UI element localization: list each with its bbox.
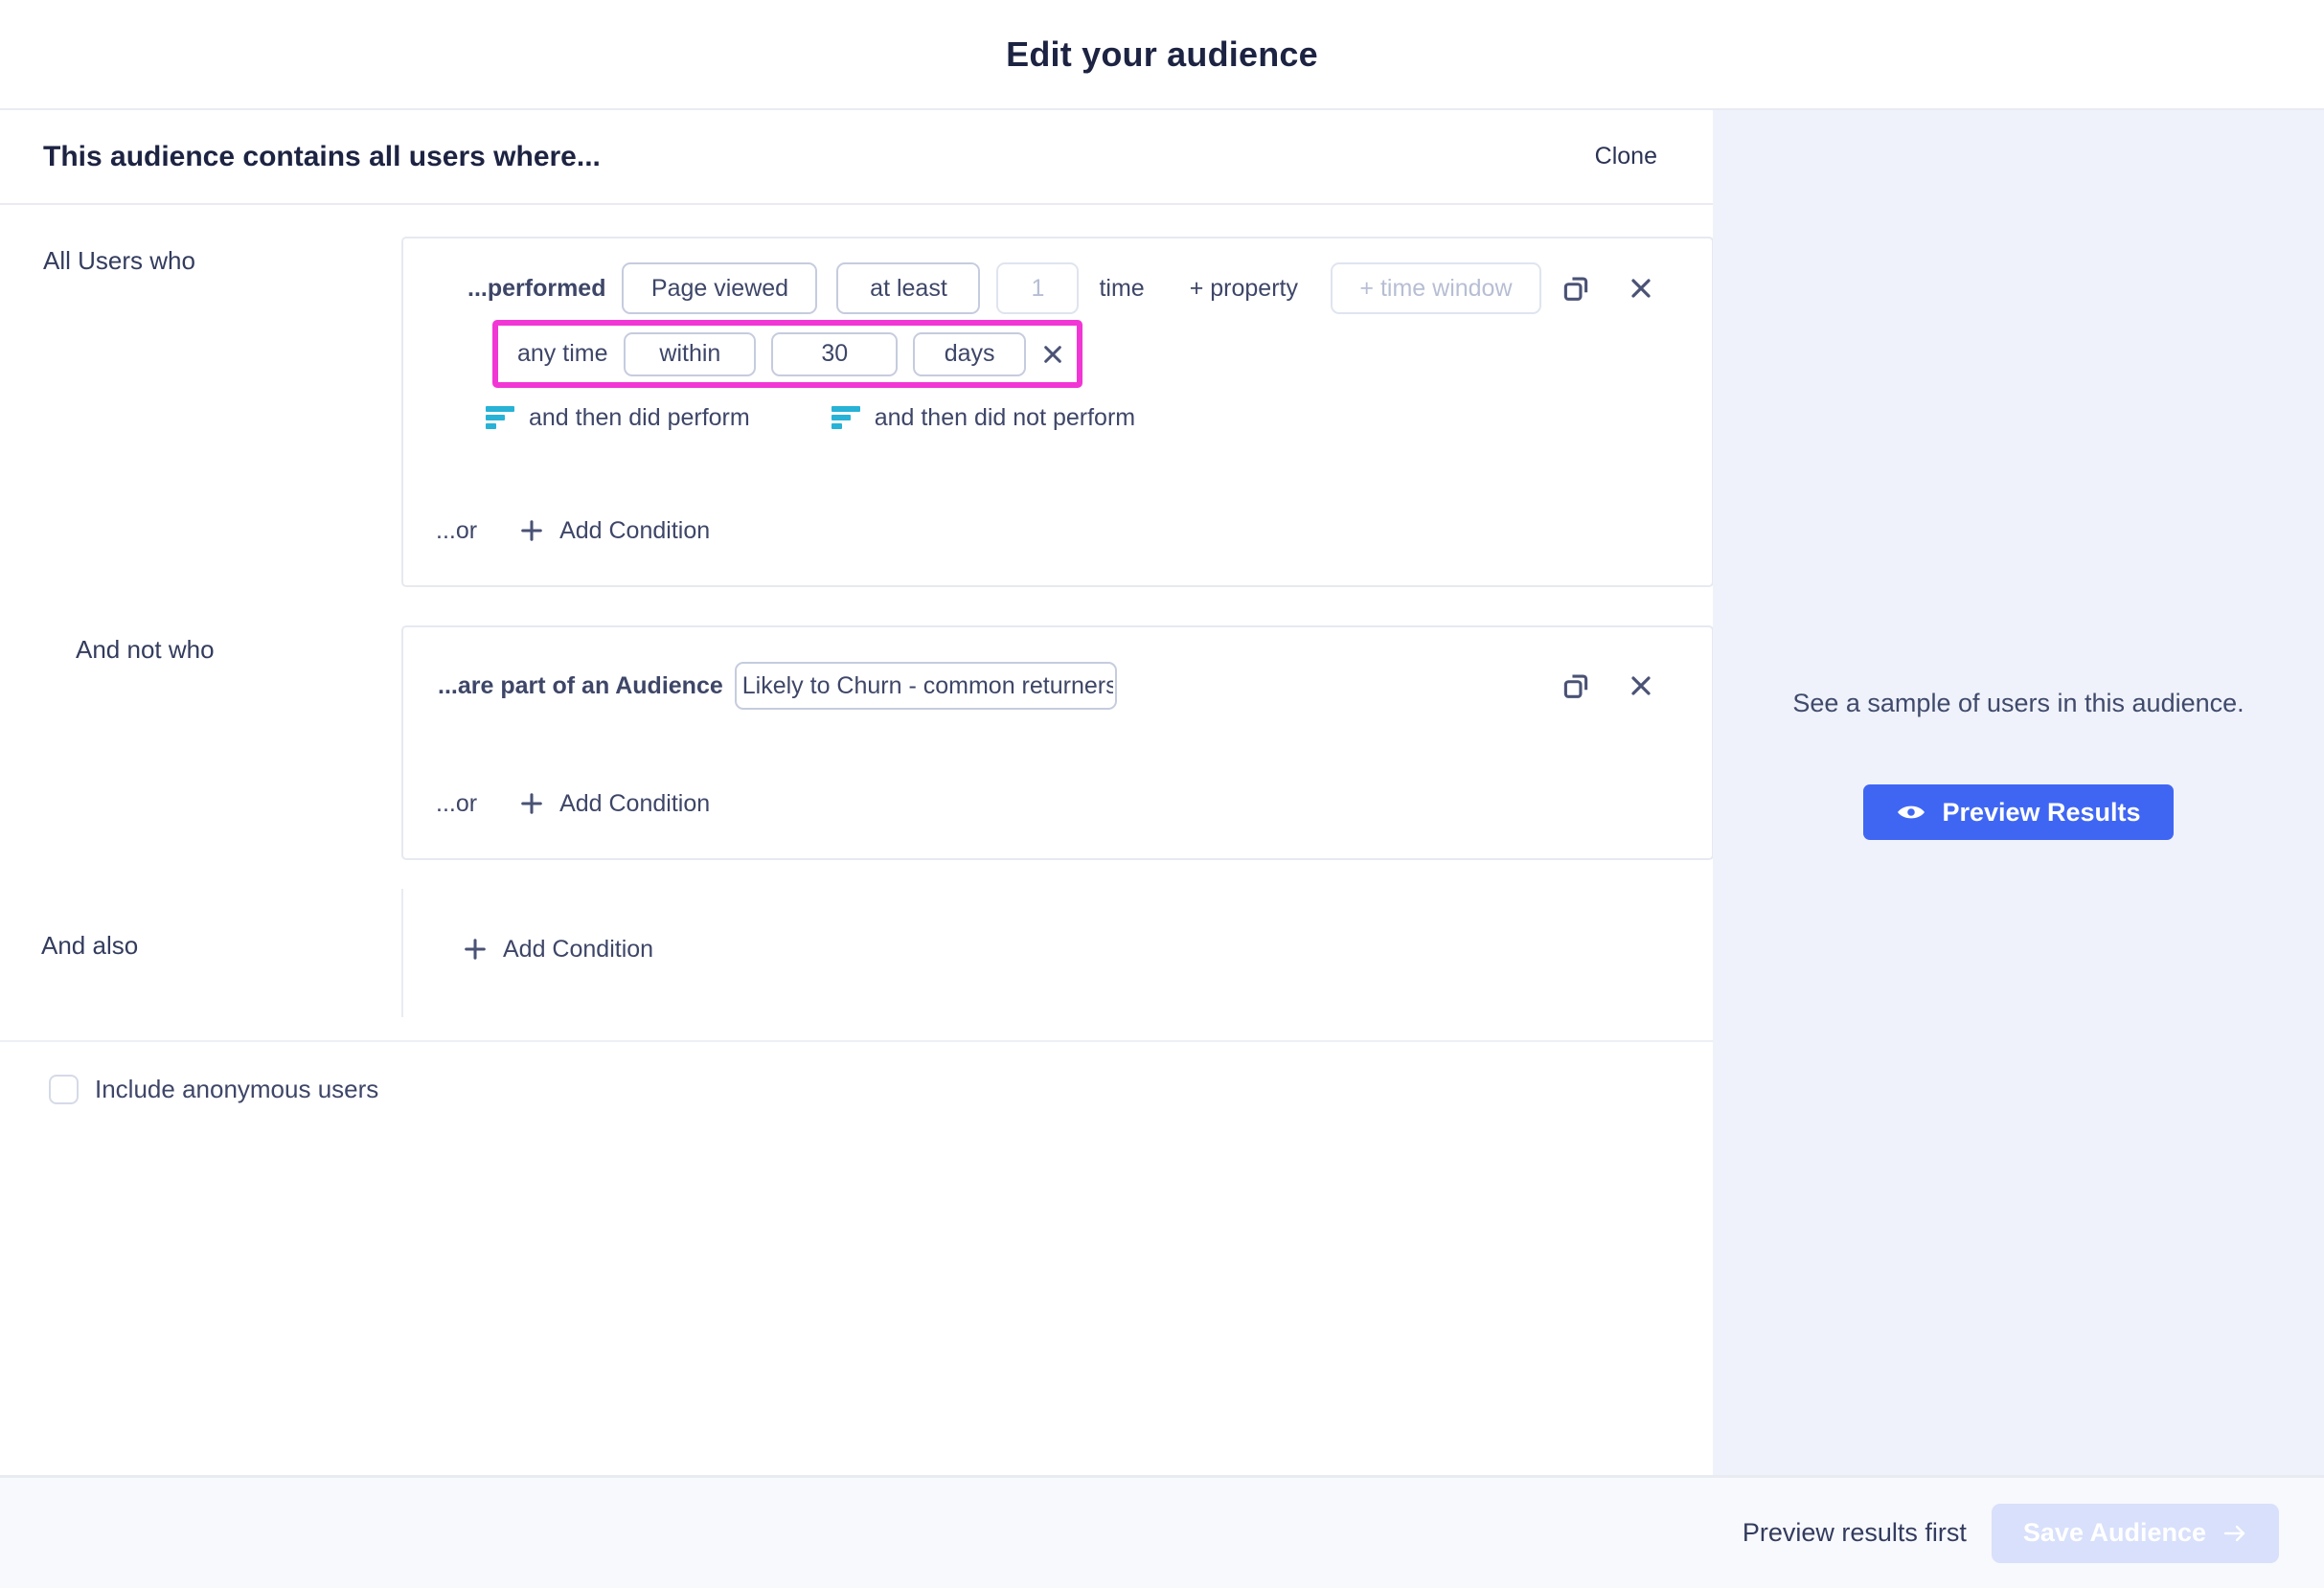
then-did-not-perform-label: and then did not perform <box>875 404 1135 432</box>
copy-icon <box>1560 669 1592 702</box>
any-time-label: any time <box>517 340 607 368</box>
close-icon <box>1629 674 1652 697</box>
remove-condition-button[interactable] <box>1629 674 1652 697</box>
audience-select-value: Likely to Churn - common returners <box>742 672 1113 700</box>
add-property-link[interactable]: + property <box>1190 275 1298 303</box>
preview-results-label: Preview Results <box>1942 798 2140 828</box>
or-label: ...or <box>436 517 477 545</box>
close-icon <box>1042 344 1063 365</box>
filter-icon <box>832 405 860 430</box>
eye-icon <box>1896 802 1926 823</box>
sequence-links-row: and then did perform and then did not pe… <box>486 399 1135 436</box>
time-value-input[interactable] <box>771 332 898 376</box>
duplicate-condition-button[interactable] <box>1560 272 1592 305</box>
time-comparator-select[interactable]: within <box>624 332 756 376</box>
copy-icon <box>1560 272 1592 305</box>
audience-condition-label: ...are part of an Audience <box>438 672 723 700</box>
options-divider <box>0 1040 1713 1042</box>
and-also-row: Add Condition <box>464 925 653 973</box>
then-did-perform-label: and then did perform <box>529 404 750 432</box>
plus-icon <box>464 938 487 961</box>
add-condition-button[interactable]: Add Condition <box>520 517 710 545</box>
or-add-condition-row: ...or Add Condition <box>436 780 710 828</box>
include-anonymous-label: Include anonymous users <box>95 1075 378 1104</box>
condition-card-audience: ...are part of an Audience Likely to Chu… <box>401 625 1714 860</box>
audience-select[interactable]: Likely to Churn - common returners <box>735 662 1117 710</box>
modal-header: Edit your audience <box>0 0 2324 108</box>
time-filter-highlight: any time within days <box>492 320 1082 388</box>
audience-condition-row: ...are part of an Audience Likely to Chu… <box>438 662 1652 710</box>
section-label-and-also: And also <box>41 931 138 961</box>
remove-time-filter-button[interactable] <box>1042 344 1063 365</box>
then-did-not-perform-link[interactable]: and then did not perform <box>832 404 1135 432</box>
audience-builder-panel: This audience contains all users where..… <box>0 110 1713 1475</box>
filter-icon <box>486 405 514 430</box>
builder-heading: This audience contains all users where..… <box>43 141 601 173</box>
section-label-and-not-who: And not who <box>76 635 215 665</box>
footer-bar: Preview results first Save Audience <box>0 1475 2324 1588</box>
performed-condition-row: ...performed Page viewed at least time +… <box>467 262 1652 314</box>
count-input[interactable] <box>996 262 1079 314</box>
performed-label: ...performed <box>467 275 605 303</box>
plus-icon <box>520 519 543 542</box>
add-condition-label: Add Condition <box>559 790 710 818</box>
edit-audience-modal: Edit your audience This audience contain… <box>0 0 2324 1588</box>
save-audience-label: Save Audience <box>2023 1518 2206 1548</box>
add-condition-button[interactable]: Add Condition <box>464 936 653 964</box>
arrow-right-icon <box>2222 1523 2247 1544</box>
count-suffix-label: time <box>1099 275 1144 303</box>
time-unit-select[interactable]: days <box>913 332 1026 376</box>
include-anonymous-row: Include anonymous users <box>49 1073 378 1105</box>
preview-results-button[interactable]: Preview Results <box>1863 784 2173 840</box>
remove-condition-button[interactable] <box>1629 277 1652 300</box>
clone-button[interactable]: Clone <box>1595 143 1657 170</box>
plus-icon <box>520 792 543 815</box>
or-label: ...or <box>436 790 477 818</box>
time-window-input[interactable] <box>1331 262 1541 314</box>
include-anonymous-checkbox[interactable] <box>49 1075 79 1104</box>
duplicate-condition-button[interactable] <box>1560 669 1592 702</box>
section-label-all-users: All Users who <box>43 246 195 276</box>
event-select[interactable]: Page viewed <box>622 262 817 314</box>
add-condition-label: Add Condition <box>503 936 653 964</box>
builder-heading-bar: This audience contains all users where..… <box>0 110 1713 205</box>
condition-card-performed: ...performed Page viewed at least time +… <box>401 237 1714 587</box>
preview-sidebar: See a sample of users in this audience. … <box>1713 110 2324 1475</box>
close-icon <box>1629 277 1652 300</box>
and-also-rail <box>401 889 403 1017</box>
save-audience-button[interactable]: Save Audience <box>1992 1504 2279 1563</box>
preview-message: See a sample of users in this audience. <box>1784 683 2253 724</box>
then-did-perform-link[interactable]: and then did perform <box>486 404 750 432</box>
add-condition-button[interactable]: Add Condition <box>520 790 710 818</box>
add-condition-label: Add Condition <box>559 517 710 545</box>
operator-select[interactable]: at least <box>836 262 980 314</box>
or-add-condition-row: ...or Add Condition <box>436 507 710 555</box>
page-title: Edit your audience <box>1006 34 1318 75</box>
footer-hint: Preview results first <box>1743 1518 1967 1548</box>
